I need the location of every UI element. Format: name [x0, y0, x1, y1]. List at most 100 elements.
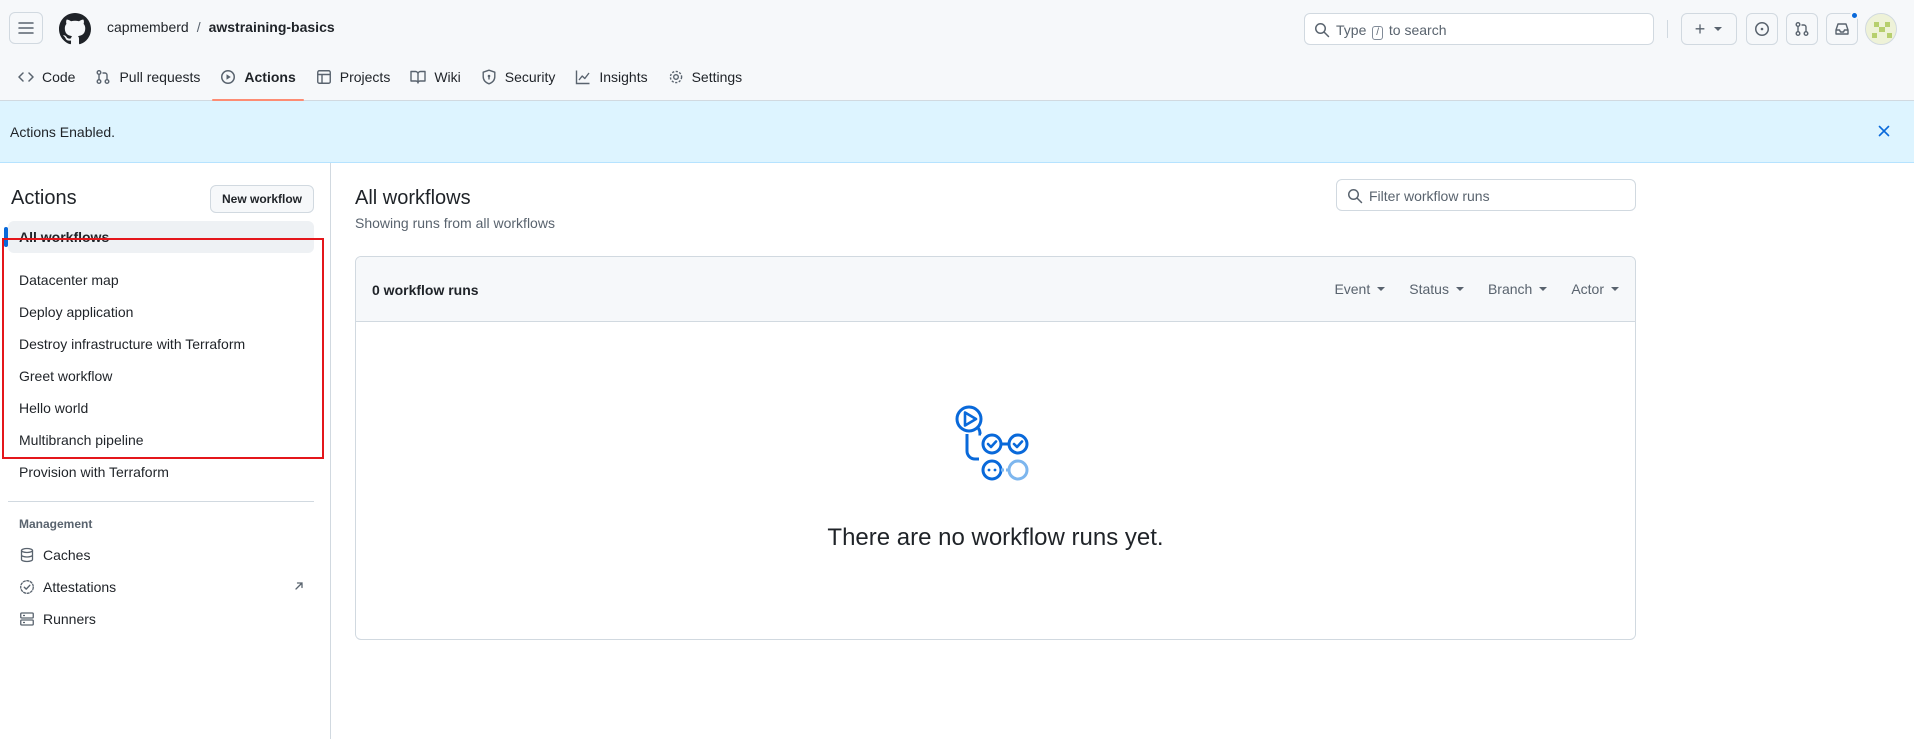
- pull-request-icon: [96, 70, 110, 84]
- tab-label: Security: [504, 69, 556, 85]
- verified-icon: [20, 580, 34, 594]
- tab-insights[interactable]: Insights: [567, 62, 655, 92]
- notification-dot: [1850, 11, 1859, 20]
- issue-opened-icon: [1755, 22, 1769, 36]
- filter-workflow-runs-input[interactable]: Filter workflow runs: [1336, 179, 1636, 211]
- sidebar-item-caches[interactable]: Caches: [8, 539, 314, 571]
- workflow-name: Destroy infrastructure with Terraform: [19, 336, 246, 352]
- tab-label: Settings: [691, 69, 743, 85]
- tab-projects[interactable]: Projects: [308, 62, 399, 92]
- pull-request-icon: [1795, 22, 1809, 36]
- new-workflow-button[interactable]: New workflow: [210, 185, 314, 213]
- tab-actions[interactable]: Actions: [212, 62, 305, 101]
- search-placeholder: Type / to search: [1336, 22, 1447, 40]
- header-divider: [1667, 20, 1668, 38]
- empty-state-message: There are no workflow runs yet.: [827, 524, 1164, 551]
- search-shortcut-key: /: [1372, 26, 1384, 40]
- tab-security[interactable]: Security: [473, 62, 564, 92]
- arrow-up-right-icon: [295, 582, 303, 590]
- menu-button[interactable]: [9, 12, 43, 44]
- tab-code[interactable]: Code: [10, 62, 83, 92]
- global-search-input[interactable]: Type / to search: [1304, 13, 1654, 45]
- tab-pull-requests[interactable]: Pull requests: [87, 62, 208, 92]
- chevron-down-icon: [1714, 27, 1723, 31]
- event-filter-dropdown[interactable]: Event: [1334, 281, 1386, 297]
- breadcrumb: capmemberd / awstraining-basics: [107, 19, 335, 35]
- server-icon: [20, 612, 34, 626]
- sidebar-item-workflow[interactable]: Greet workflow: [8, 360, 314, 392]
- book-icon: [410, 70, 427, 84]
- page-title: All workflows: [355, 187, 471, 209]
- tab-label: Projects: [339, 69, 391, 85]
- dropdown-label: Status: [1409, 281, 1449, 297]
- sidebar-item-workflow[interactable]: Hello world: [8, 392, 314, 424]
- breadcrumb-separator: /: [196, 19, 201, 35]
- play-icon: [221, 70, 236, 84]
- table-icon: [316, 70, 331, 84]
- flash-banner: Actions Enabled.: [0, 101, 1914, 163]
- runs-header: 0 workflow runs Event Status Branch Acto…: [356, 257, 1635, 322]
- app-header: capmemberd / awstraining-basics Type / to …: [0, 0, 1914, 101]
- workflow-illustration-icon: [955, 405, 1029, 481]
- flash-message: Actions Enabled.: [10, 124, 116, 140]
- dropdown-label: Actor: [1571, 281, 1604, 297]
- sidebar-item-attestations[interactable]: Attestations: [8, 571, 314, 603]
- caret-down-icon: [1377, 287, 1386, 291]
- tab-label: Code: [42, 69, 76, 85]
- sidebar-item-workflow[interactable]: Provision with Terraform: [8, 456, 314, 488]
- workflow-list: Datacenter map Deploy application Destro…: [8, 264, 314, 488]
- sidebar-item-workflow[interactable]: Deploy application: [8, 296, 314, 328]
- workflow-name: Multibranch pipeline: [19, 432, 144, 448]
- sidebar-item-workflow[interactable]: Datacenter map: [8, 264, 314, 296]
- database-icon: [20, 547, 34, 563]
- actor-filter-dropdown[interactable]: Actor: [1571, 281, 1619, 297]
- sidebar-item-label: Caches: [43, 547, 91, 563]
- workflow-name: Hello world: [19, 400, 89, 416]
- tab-wiki[interactable]: Wiki: [402, 62, 468, 92]
- workflow-runs-panel: 0 workflow runs Event Status Branch Acto…: [355, 256, 1636, 640]
- tab-label: Pull requests: [119, 69, 201, 85]
- status-filter-dropdown[interactable]: Status: [1409, 281, 1464, 297]
- repo-nav-tabs: Code Pull requests Actions Projects Wiki…: [0, 62, 754, 101]
- sidebar-divider: [8, 501, 314, 502]
- search-icon: [1348, 189, 1363, 204]
- actions-sidebar: Actions New workflow All workflows Datac…: [0, 163, 331, 739]
- search-icon: [1315, 23, 1330, 38]
- caret-down-icon: [1455, 287, 1464, 291]
- workflow-name: Greet workflow: [19, 368, 113, 384]
- branch-filter-dropdown[interactable]: Branch: [1487, 281, 1548, 297]
- workflow-name: Deploy application: [19, 304, 134, 320]
- filter-placeholder: Filter workflow runs: [1369, 188, 1490, 204]
- runs-count: 0 workflow runs: [372, 282, 479, 298]
- repo-owner-link[interactable]: capmemberd: [107, 19, 189, 35]
- issues-button[interactable]: [1746, 13, 1778, 45]
- plus-icon: +: [1694, 19, 1706, 39]
- create-new-button[interactable]: +: [1681, 13, 1737, 45]
- sidebar-item-workflow[interactable]: Destroy infrastructure with Terraform: [8, 328, 314, 360]
- caret-down-icon: [1539, 287, 1548, 291]
- runs-filters: Event Status Branch Actor: [1310, 281, 1619, 297]
- workflow-name: Provision with Terraform: [19, 464, 169, 480]
- sidebar-item-workflow[interactable]: Multibranch pipeline: [8, 424, 314, 456]
- sidebar-item-runners[interactable]: Runners: [8, 603, 314, 635]
- hamburger-icon: [18, 22, 34, 34]
- sidebar-item-label: Runners: [43, 611, 96, 627]
- sidebar-title: Actions: [11, 187, 77, 209]
- close-icon[interactable]: [1876, 123, 1892, 139]
- management-heading: Management: [19, 517, 93, 531]
- identicon-icon: [1866, 14, 1896, 44]
- page-subtitle: Showing runs from all workflows: [355, 215, 555, 231]
- repo-name-link[interactable]: awstraining-basics: [209, 19, 335, 35]
- dropdown-label: Event: [1334, 281, 1371, 297]
- sidebar-item-label: Attestations: [43, 579, 117, 595]
- graph-icon: [576, 70, 590, 85]
- code-icon: [18, 72, 34, 82]
- pull-requests-button[interactable]: [1786, 13, 1818, 45]
- dropdown-label: Branch: [1487, 281, 1533, 297]
- user-avatar[interactable]: [1865, 13, 1897, 45]
- tab-label: Wiki: [434, 69, 461, 85]
- caret-down-icon: [1611, 287, 1619, 291]
- inbox-icon: [1835, 23, 1849, 35]
- github-logo-icon[interactable]: [59, 13, 91, 45]
- tab-settings[interactable]: Settings: [660, 62, 751, 92]
